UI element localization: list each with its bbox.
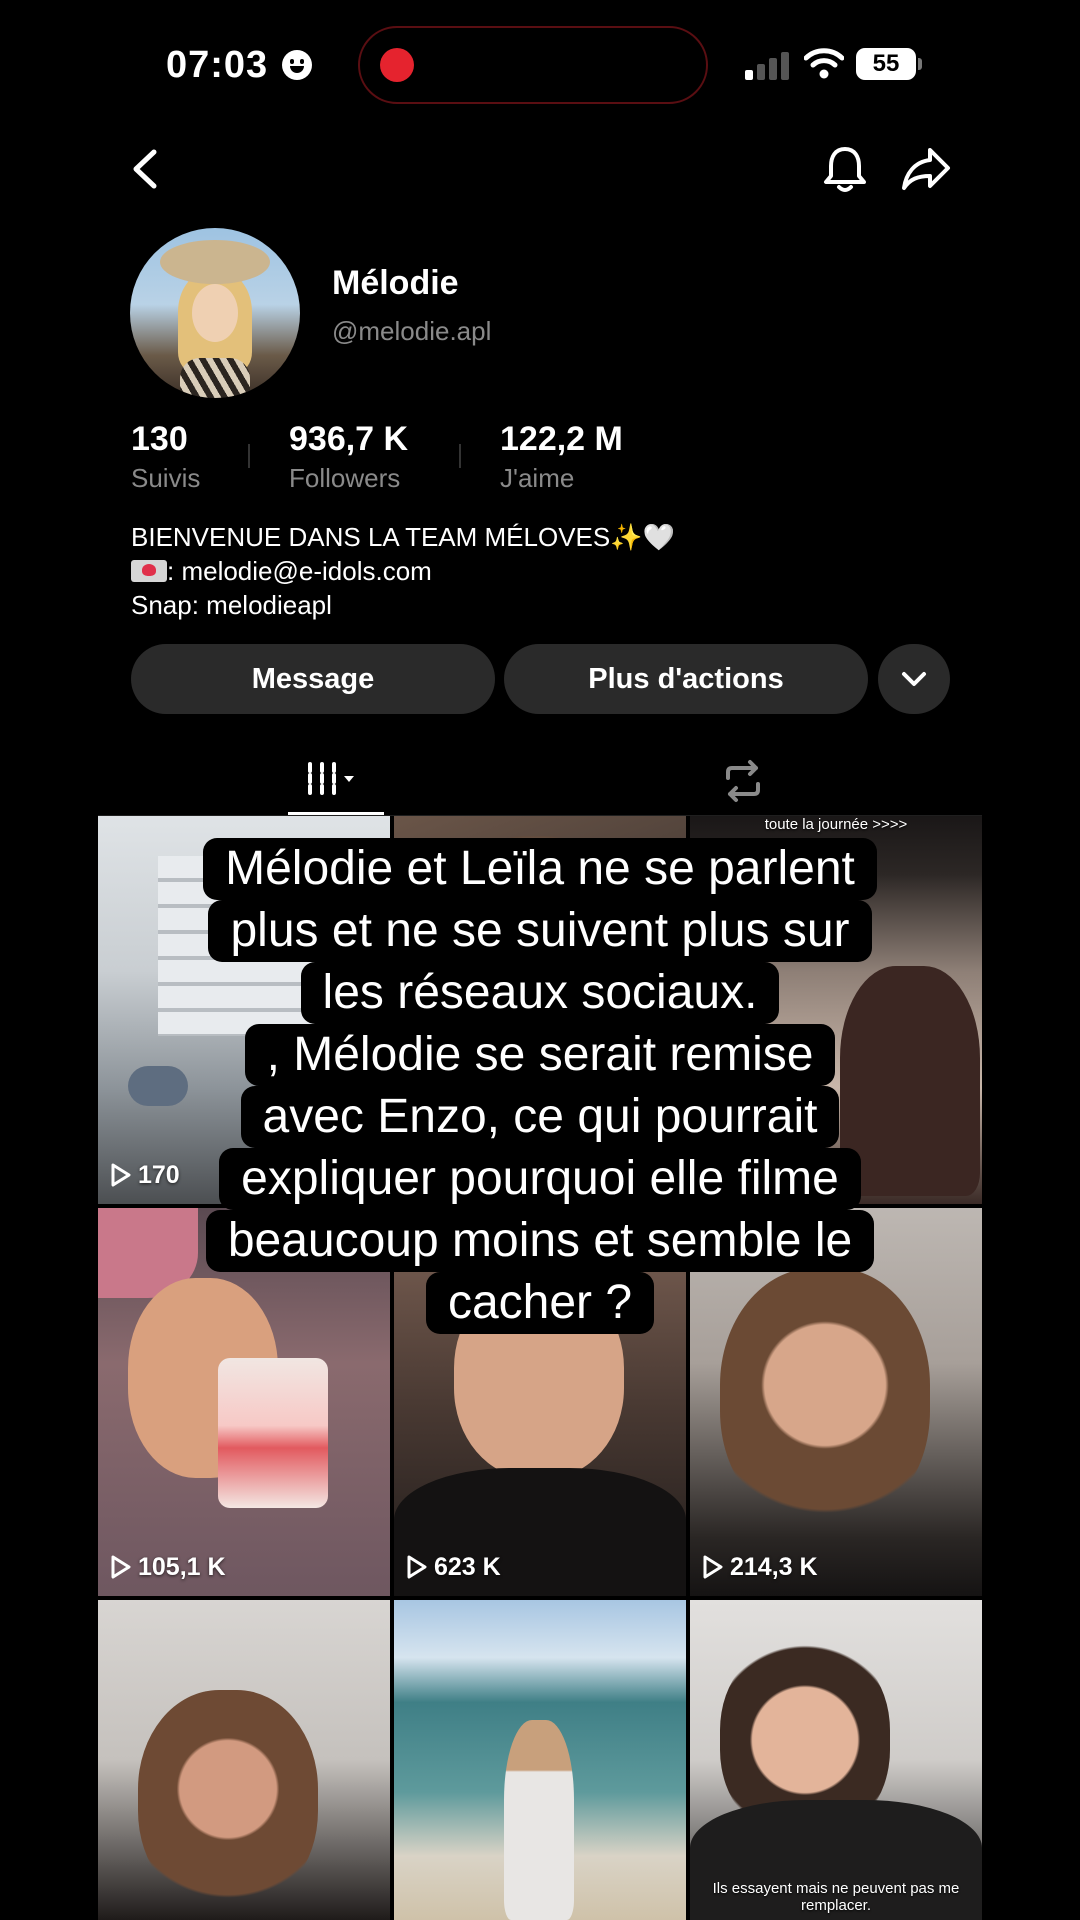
stat-value: 936,7 K xyxy=(289,420,409,458)
love-letter-icon xyxy=(131,560,167,582)
stat-value: 122,2 M xyxy=(500,420,623,458)
video-tile[interactable] xyxy=(394,1600,686,1920)
wifi-icon xyxy=(804,48,844,79)
bio-line: BIENVENUE DANS LA TEAM MÉLOVES✨🤍 xyxy=(131,522,675,552)
overlay-line: les réseaux sociaux. xyxy=(300,962,780,1024)
tab-reposts[interactable] xyxy=(720,748,770,816)
stat-likes[interactable]: 122,2 M J'aime xyxy=(500,420,623,494)
more-actions-button[interactable]: Plus d'actions xyxy=(504,644,868,714)
video-caption: Ils essayent mais ne peuvent pas me remp… xyxy=(712,1880,960,1914)
bio-snap: Snap: melodieapl xyxy=(131,590,332,620)
stat-label: Followers xyxy=(289,463,401,493)
video-caption: toute la journée >>>> xyxy=(764,816,908,833)
profile-handle: @melodie.apl xyxy=(332,316,492,346)
view-count: 623 K xyxy=(406,1553,501,1582)
status-time: 07:03 xyxy=(166,44,269,86)
video-tile[interactable]: Ils essayent mais ne peuvent pas me remp… xyxy=(690,1600,982,1920)
play-icon xyxy=(111,1555,131,1579)
overlay-line: , Mélodie se serait remise xyxy=(244,1024,836,1086)
profile-name: Mélodie xyxy=(332,264,459,302)
view-count-value: 214,3 K xyxy=(730,1553,818,1581)
bell-icon[interactable] xyxy=(822,144,868,194)
recording-indicator-icon xyxy=(380,48,414,82)
play-icon xyxy=(407,1555,427,1579)
overlay-line: expliquer pourquoi elle filme xyxy=(219,1148,861,1210)
view-count-value: 623 K xyxy=(434,1553,501,1581)
view-count: 214,3 K xyxy=(702,1553,818,1582)
cell-signal-icon xyxy=(745,52,789,80)
bio-email-line[interactable]: : melodie@e-idols.com xyxy=(131,554,675,588)
stat-label: J'aime xyxy=(500,463,575,493)
back-arrow-icon[interactable] xyxy=(126,146,166,192)
stat-label: Suivis xyxy=(131,463,201,493)
message-button[interactable]: Message xyxy=(131,644,495,714)
stat-followers[interactable]: 936,7 K Followers xyxy=(289,420,408,494)
smiley-icon xyxy=(282,50,312,80)
tab-videos[interactable] xyxy=(288,748,384,816)
stat-following[interactable]: 130 Suivis xyxy=(131,420,200,494)
stat-divider xyxy=(248,444,250,468)
grid-icon xyxy=(308,762,354,798)
overlay-line: Mélodie et Leïla ne se parlent xyxy=(203,838,877,900)
stat-divider xyxy=(459,444,461,468)
overlay-caption: Mélodie et Leïla ne se parlent plus et n… xyxy=(0,838,1080,1334)
view-count-value: 105,1 K xyxy=(138,1553,226,1581)
share-icon[interactable] xyxy=(900,146,952,192)
chevron-down-icon xyxy=(902,672,926,686)
play-icon xyxy=(703,1555,723,1579)
profile-bio: BIENVENUE DANS LA TEAM MÉLOVES✨🤍 : melod… xyxy=(131,520,675,622)
view-count: 105,1 K xyxy=(110,1553,226,1582)
repost-icon xyxy=(726,760,760,802)
overlay-line: avec Enzo, ce qui pourrait xyxy=(240,1086,840,1148)
overlay-line: cacher ? xyxy=(425,1272,655,1334)
stat-value: 130 xyxy=(131,420,188,458)
video-tile[interactable] xyxy=(98,1600,390,1920)
status-bar: 07:03 55 xyxy=(0,0,1080,130)
overlay-line: plus et ne se suivent plus sur xyxy=(208,900,872,962)
battery-icon: 55 xyxy=(856,48,922,80)
bio-email: : melodie@e-idols.com xyxy=(167,556,432,586)
suggestions-dropdown-button[interactable] xyxy=(878,644,950,714)
avatar[interactable] xyxy=(130,228,300,398)
overlay-line: beaucoup moins et semble le xyxy=(205,1210,875,1272)
